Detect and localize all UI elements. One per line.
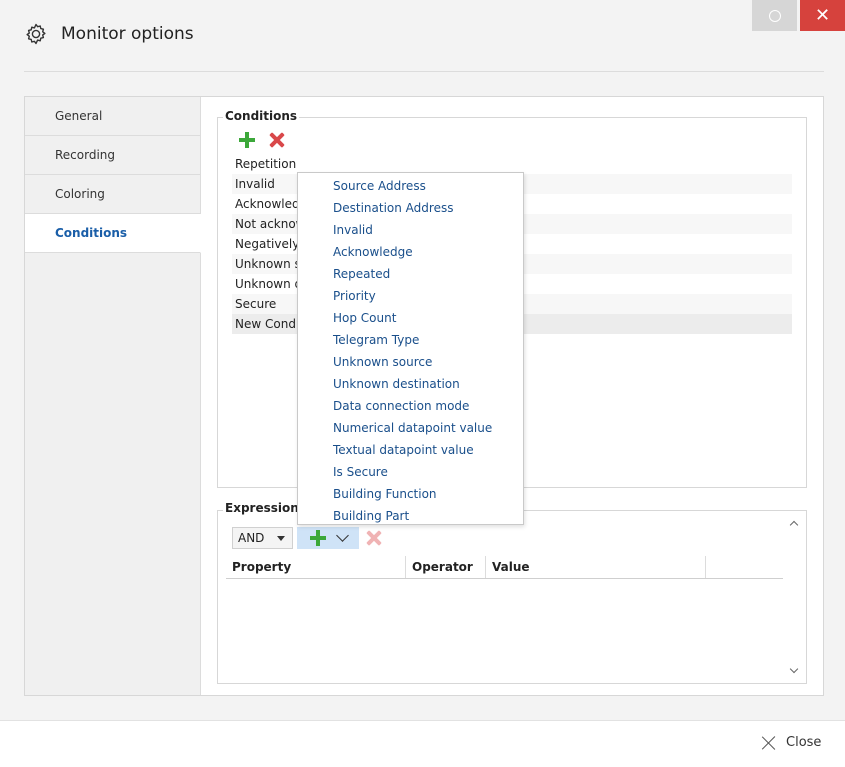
menu-item-invalid[interactable]: Invalid [298, 219, 523, 241]
menu-item-is-secure[interactable]: Is Secure [298, 461, 523, 483]
property-dropdown-menu: Source Address Destination Address Inval… [297, 172, 524, 525]
window-close-button[interactable]: ✕ [800, 0, 845, 31]
close-button[interactable]: Close [762, 735, 821, 750]
close-icon: ✕ [814, 4, 831, 26]
menu-item-textual-datapoint-value[interactable]: Textual datapoint value [298, 439, 523, 461]
sidebar-item-conditions[interactable]: Conditions [25, 214, 201, 253]
sidebar-item-coloring[interactable]: Coloring [25, 175, 200, 214]
logic-operator-select[interactable]: AND [232, 527, 293, 549]
dialog-title: Monitor options [61, 24, 194, 44]
header-divider [24, 71, 824, 72]
column-header-extra [706, 556, 783, 578]
menu-item-unknown-source[interactable]: Unknown source [298, 351, 523, 373]
expression-scrollbar[interactable] [787, 514, 802, 680]
conditions-group-title: Conditions [223, 109, 300, 123]
menu-item-source-address[interactable]: Source Address [298, 175, 523, 197]
menu-item-acknowledge[interactable]: Acknowledge [298, 241, 523, 263]
column-header-property[interactable]: Property [226, 556, 406, 578]
menu-item-building-part[interactable]: Building Part [298, 505, 523, 527]
column-header-operator[interactable]: Operator [406, 556, 486, 578]
menu-item-hop-count[interactable]: Hop Count [298, 307, 523, 329]
menu-item-destination-address[interactable]: Destination Address [298, 197, 523, 219]
gear-icon [26, 23, 46, 45]
sidebar-nav: General Recording Coloring Conditions [25, 97, 201, 695]
condition-row[interactable]: Repetition [232, 154, 792, 174]
menu-item-priority[interactable]: Priority [298, 285, 523, 307]
menu-item-building-function[interactable]: Building Function [298, 483, 523, 505]
sidebar-item-recording[interactable]: Recording [25, 136, 200, 175]
menu-item-data-connection-mode[interactable]: Data connection mode [298, 395, 523, 417]
add-expression-split-button[interactable] [297, 527, 359, 549]
dialog-header: Monitor options [24, 22, 194, 46]
close-button-label: Close [786, 735, 822, 750]
circle-icon [768, 9, 781, 22]
add-condition-icon[interactable] [239, 132, 255, 148]
menu-item-unknown-destination[interactable]: Unknown destination [298, 373, 523, 395]
close-icon [762, 736, 776, 750]
chevron-down-icon[interactable] [336, 529, 349, 542]
logic-operator-value: AND [238, 531, 265, 545]
remove-condition-icon[interactable] [269, 132, 285, 148]
scroll-down-icon[interactable] [789, 664, 799, 674]
menu-item-repeated[interactable]: Repeated [298, 263, 523, 285]
expression-grid-header: Property Operator Value [226, 556, 783, 579]
menu-item-telegram-type[interactable]: Telegram Type [298, 329, 523, 351]
remove-expression-icon[interactable] [366, 530, 382, 546]
menu-item-numerical-datapoint-value[interactable]: Numerical datapoint value [298, 417, 523, 439]
restore-button[interactable] [752, 0, 797, 31]
scroll-up-icon[interactable] [789, 520, 799, 530]
expression-group-title: Expression [223, 501, 301, 515]
dialog-footer [0, 721, 845, 767]
add-icon [310, 530, 326, 546]
sidebar-item-general[interactable]: General [25, 97, 200, 136]
column-header-value[interactable]: Value [486, 556, 706, 578]
caret-down-icon [277, 536, 285, 541]
